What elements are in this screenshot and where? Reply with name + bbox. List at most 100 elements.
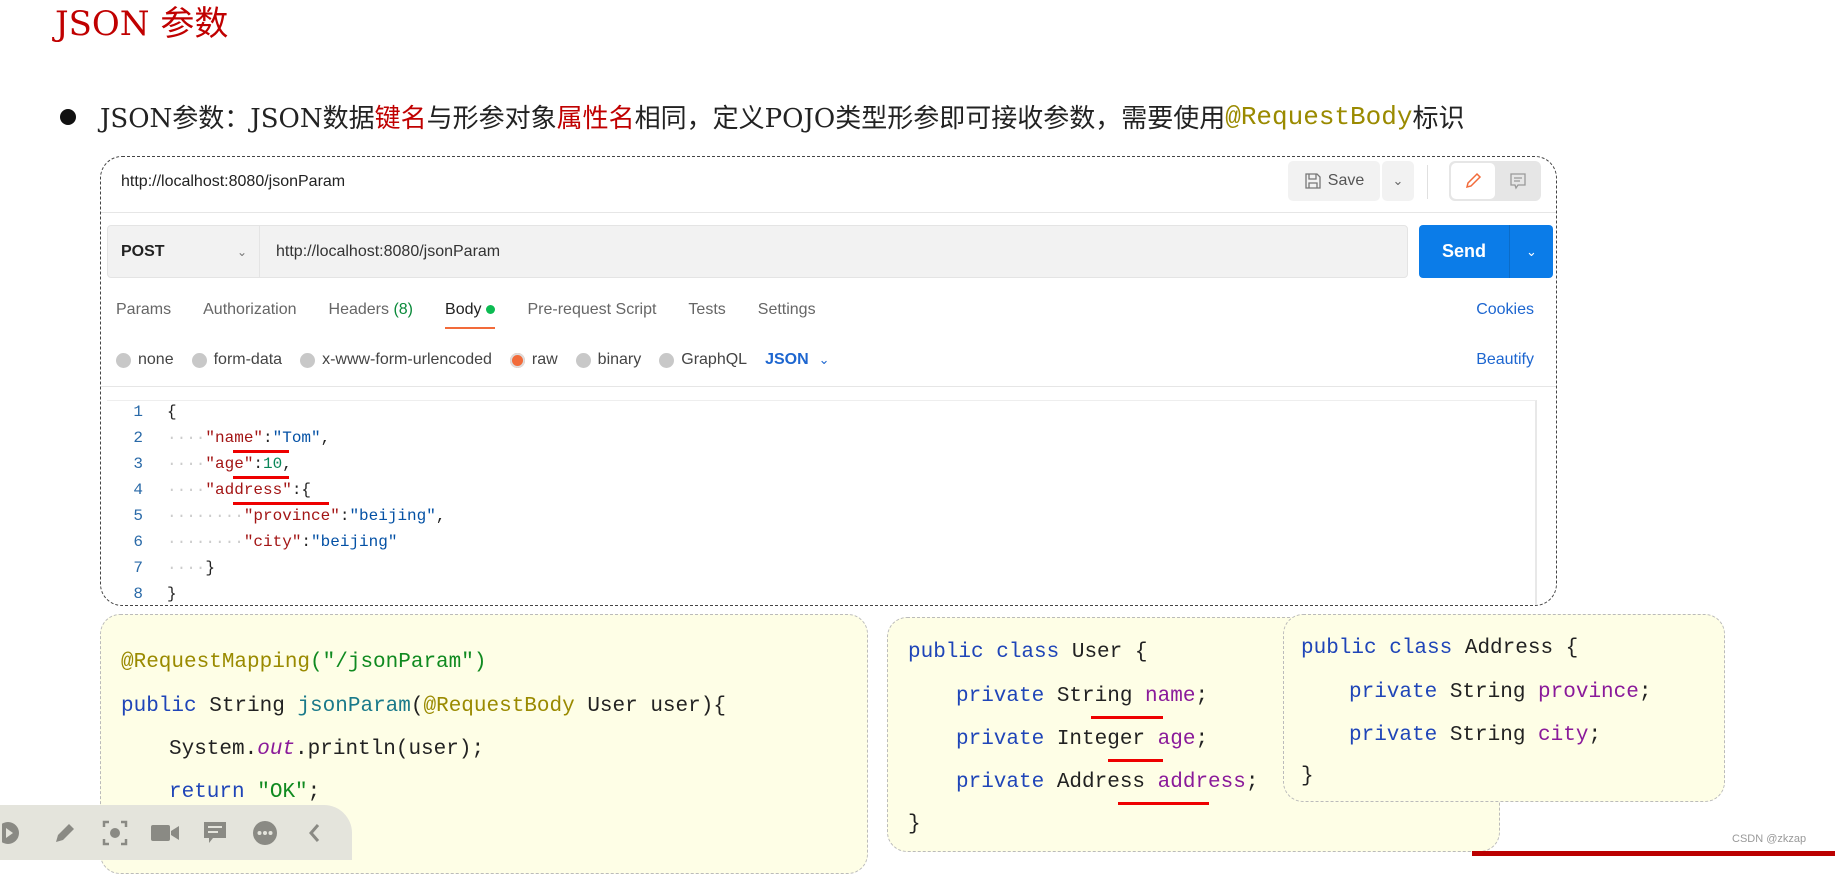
code-line: return "OK"; [169, 781, 321, 804]
pen-icon[interactable] [50, 818, 80, 848]
code-line: private String province; [1349, 681, 1652, 704]
radio-label: GraphQL [681, 351, 748, 368]
view-mode-toggle [1449, 161, 1541, 201]
tab-label: Headers [328, 301, 389, 318]
code-line: @RequestMapping("/jsonParam") [121, 651, 487, 674]
radio-x-www-form-urlencoded[interactable]: x-www-form-urlencoded [300, 351, 492, 369]
underline-mark [233, 476, 289, 479]
tab-pre-request-script[interactable]: Pre-request Script [527, 301, 656, 329]
underline-mark [1118, 802, 1209, 805]
send-dropdown-chevron-icon[interactable]: ⌄ [1509, 225, 1553, 278]
line-number: 5 [133, 507, 143, 525]
code-line: ····"name":"Tom", [167, 429, 331, 447]
divider [1427, 165, 1428, 199]
slide-title: JSON 参数 [55, 4, 229, 44]
radio-label: none [138, 351, 174, 368]
video-camera-icon[interactable] [150, 818, 180, 848]
tab-body[interactable]: Body [445, 301, 496, 329]
radio-graphql[interactable]: GraphQL [659, 351, 747, 369]
code-line: System.out.println(user); [169, 738, 485, 761]
line-number: 7 [133, 559, 143, 577]
comment-mode-button[interactable] [1497, 163, 1539, 199]
screenshot-icon[interactable] [100, 818, 130, 848]
code-line: private Integer age; [956, 728, 1209, 751]
method-select[interactable]: POST ⌄ [108, 226, 260, 277]
collapse-chevron-left-icon[interactable] [300, 818, 330, 848]
code-line: } [1301, 765, 1314, 788]
line-number: 6 [133, 533, 143, 551]
line-number: 1 [133, 403, 143, 421]
line-number: 2 [133, 429, 143, 447]
more-icon[interactable] [250, 818, 280, 848]
underline-mark [1108, 759, 1163, 762]
code-line: ········"city":"beijing" [167, 533, 398, 551]
request-name[interactable]: http://localhost:8080/jsonParam [121, 173, 345, 191]
status-dot-icon [486, 305, 496, 315]
save-icon [1305, 173, 1321, 189]
save-button[interactable]: Save [1288, 161, 1380, 201]
code-line: public class User { [908, 641, 1148, 664]
text: 标识 [1412, 104, 1465, 134]
body-editor[interactable]: 1 2 3 4 5 6 7 8 { ····"name":"Tom", ····… [107, 400, 1537, 605]
text: JSON参数：JSON数据 [100, 104, 375, 134]
tab-settings[interactable]: Settings [758, 301, 816, 329]
text: 相同，定义POJO类型形参即可接收参数，需要使用 [634, 104, 1226, 134]
tab-tests[interactable]: Tests [688, 301, 725, 329]
tab-label: Body [445, 301, 482, 318]
radio-label: raw [531, 351, 558, 368]
underline-mark [1091, 716, 1163, 719]
format-select[interactable]: JSON ⌄ [765, 351, 829, 369]
address-class-box: public class Address { private String pr… [1283, 614, 1725, 802]
tab-headers[interactable]: Headers (8) [329, 301, 414, 329]
code-line: ····} [167, 559, 216, 577]
edit-mode-button[interactable] [1451, 163, 1495, 199]
request-tabs: Params Authorization Headers (8) Body Pr… [116, 301, 848, 329]
url-input[interactable]: http://localhost:8080/jsonParam [261, 226, 1401, 277]
code-line: ····"age":10, [167, 455, 292, 473]
request-bar: POST ⌄ http://localhost:8080/jsonParam [107, 225, 1408, 278]
code-line: private String name; [956, 685, 1209, 708]
line-number: 3 [133, 455, 143, 473]
radio-form-data[interactable]: form-data [191, 351, 283, 369]
code-line: public String jsonParam(@RequestBody Use… [121, 695, 726, 718]
tab-params[interactable]: Params [116, 301, 171, 329]
decorative-bar [1472, 851, 1835, 856]
line-number: 8 [133, 585, 143, 603]
code-line: } [908, 813, 921, 836]
chevron-down-icon: ⌄ [818, 352, 830, 367]
code-line: private String city; [1349, 724, 1602, 747]
format-label: JSON [765, 351, 809, 368]
radio-label: form-data [213, 351, 283, 368]
beautify-link[interactable]: Beautify [1476, 351, 1534, 369]
radio-label: x-www-form-urlencoded [322, 351, 492, 368]
pencil-icon [1465, 172, 1482, 189]
play-icon[interactable] [0, 818, 30, 848]
presentation-toolbar [0, 805, 352, 860]
text: 与形参对象 [426, 104, 557, 134]
save-label: Save [1327, 172, 1365, 189]
code-line: private Address address; [956, 771, 1259, 794]
watermark: CSDN @zkzap [1732, 833, 1807, 845]
bullet-text: JSON参数：JSON数据 键名 与形参对象 属性名 相同，定义POJO类型形参即可接收… [60, 98, 1464, 135]
radio-none[interactable]: none [116, 351, 174, 369]
comment-icon[interactable] [200, 818, 230, 848]
save-dropdown-button[interactable]: ⌄ [1382, 161, 1414, 201]
chevron-down-icon: ⌄ [1392, 173, 1404, 188]
tab-authorization[interactable]: Authorization [203, 301, 296, 329]
cookies-link[interactable]: Cookies [1476, 301, 1534, 319]
send-label: Send [1441, 241, 1486, 261]
bullet-icon [60, 108, 76, 125]
send-button[interactable]: Send ⌄ [1419, 225, 1553, 278]
code-line: } [167, 585, 177, 603]
body-type-options: none form-data x-www-form-urlencoded raw… [116, 351, 830, 369]
line-number: 4 [133, 481, 143, 499]
radio-binary[interactable]: binary [575, 351, 642, 369]
code-line: public class Address { [1301, 637, 1579, 660]
radio-raw[interactable]: raw [509, 351, 558, 369]
divider [101, 386, 1556, 387]
comment-icon [1510, 173, 1526, 190]
code-line: ········"province":"beijing", [167, 507, 446, 525]
radio-label: binary [597, 351, 642, 368]
underline-mark [233, 502, 329, 505]
highlight-key: 键名 [374, 104, 427, 134]
